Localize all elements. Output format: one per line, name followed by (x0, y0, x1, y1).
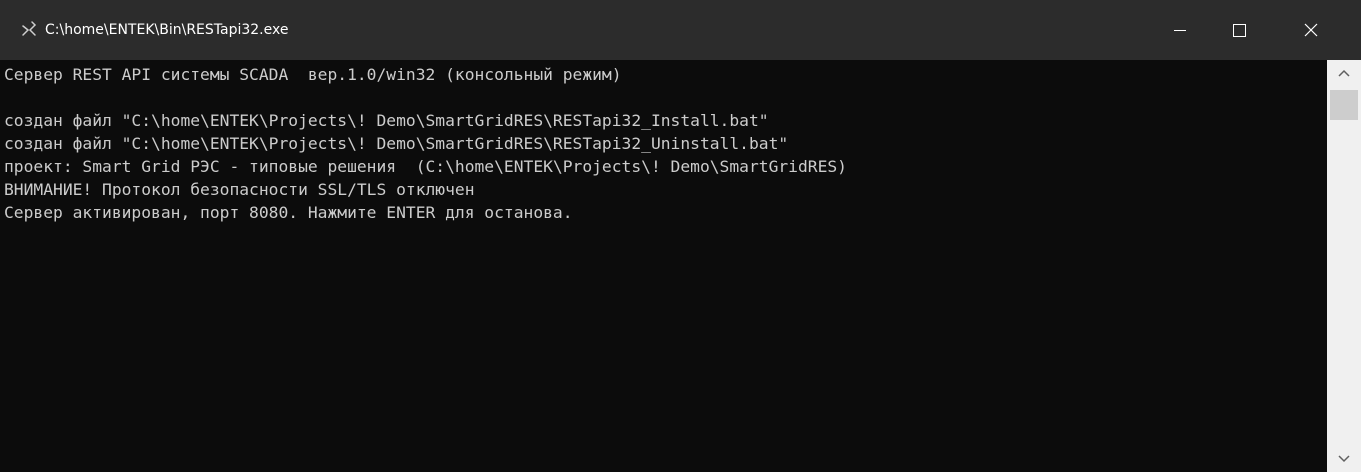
maximize-button[interactable] (1210, 0, 1270, 60)
chevron-down-icon (1338, 455, 1350, 463)
title-bar[interactable]: C:\home\ENTEK\Bin\RESTapi32.exe (0, 0, 1361, 60)
close-icon (1304, 23, 1318, 37)
maximize-icon (1233, 24, 1246, 37)
vertical-scrollbar[interactable] (1327, 60, 1361, 472)
console-line: Сервер активирован, порт 8080. Нажмите E… (4, 203, 573, 222)
console-window: C:\home\ENTEK\Bin\RESTapi32.exe Сервер R… (0, 0, 1361, 472)
window-title: C:\home\ENTEK\Bin\RESTapi32.exe (45, 22, 289, 38)
console-line: проект: Smart Grid РЭС - типовые решения… (4, 157, 847, 176)
scroll-up-button[interactable] (1327, 60, 1361, 86)
minimize-icon (1174, 30, 1186, 31)
chevron-up-icon (1338, 69, 1350, 77)
console-output[interactable]: Сервер REST API системы SCADA вер.1.0/wi… (0, 60, 1327, 472)
console-line: создан файл "C:\home\ENTEK\Projects\! De… (4, 111, 769, 130)
scrollbar-thumb[interactable] (1330, 90, 1358, 120)
app-icon (20, 20, 38, 38)
close-button[interactable] (1275, 0, 1361, 60)
console-line: ВНИМАНИЕ! Протокол безопасности SSL/TLS … (4, 180, 475, 199)
console-line: Сервер REST API системы SCADA вер.1.0/wi… (4, 65, 622, 84)
scroll-down-button[interactable] (1327, 446, 1361, 472)
console-line: создан файл "C:\home\ENTEK\Projects\! De… (4, 134, 789, 153)
minimize-button[interactable] (1150, 0, 1210, 60)
